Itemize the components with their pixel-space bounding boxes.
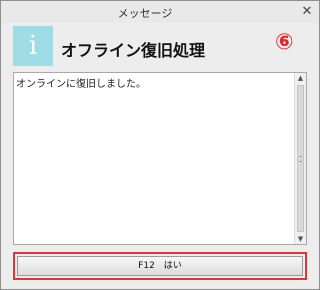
yes-button[interactable]: F12 はい — [17, 256, 303, 276]
message-text: オンラインに復旧しました。 — [16, 79, 146, 90]
info-icon: i — [13, 26, 53, 66]
dialog-header: i オフライン復旧処理 ⑥ — [13, 26, 307, 68]
window-title: メッセージ — [117, 7, 173, 20]
message-dialog: メッセージ ✕ i オフライン復旧処理 ⑥ オンラインに復旧しました。 ▲ ▼ … — [0, 0, 320, 290]
scroll-grip-icon — [299, 156, 302, 162]
dialog-heading: オフライン復旧処理 — [61, 41, 206, 60]
close-icon[interactable]: ✕ — [299, 5, 315, 19]
info-icon-glyph: i — [28, 31, 38, 61]
message-textbox[interactable]: オンラインに復旧しました。 ▲ ▼ — [13, 72, 307, 245]
scroll-up-arrow-icon[interactable]: ▲ — [295, 73, 306, 83]
vertical-scrollbar[interactable]: ▲ ▼ — [294, 73, 306, 244]
step-marker: ⑥ — [275, 30, 294, 55]
title-bar: メッセージ ✕ — [1, 1, 319, 23]
scroll-down-arrow-icon[interactable]: ▼ — [295, 234, 306, 244]
scroll-thumb[interactable] — [297, 85, 304, 232]
button-highlight-frame: F12 はい — [13, 252, 307, 280]
